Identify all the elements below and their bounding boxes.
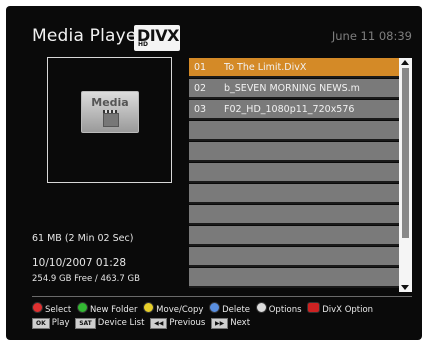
legend-delete[interactable]: Delete — [209, 302, 250, 315]
ok-key-icon: OK — [32, 318, 50, 329]
file-size-duration: 61 MB (2 Min 02 Sec) — [32, 233, 134, 244]
page-title: Media Player — [32, 26, 144, 46]
file-row-2[interactable]: 02 b_SEVEN MORNING NEWS.m — [189, 79, 399, 99]
legend-label: Next — [230, 318, 251, 328]
file-date: 10/10/2007 01:28 — [32, 257, 127, 269]
scroll-down-arrow-icon[interactable] — [401, 285, 409, 290]
legend-label: Select — [45, 305, 72, 315]
red-button-icon — [32, 302, 43, 313]
legend-new-folder[interactable]: New Folder — [76, 302, 138, 315]
legend-select[interactable]: Select — [32, 302, 71, 315]
file-row-empty[interactable] — [189, 247, 399, 267]
legend-label: New Folder — [89, 305, 138, 315]
white-button-icon — [255, 302, 267, 313]
file-name: b_SEVEN MORNING NEWS.m — [224, 83, 360, 94]
legend-label: Options — [268, 305, 302, 315]
clapperboard-icon — [103, 110, 119, 127]
divx-button-icon — [307, 302, 321, 313]
scrollbar[interactable] — [399, 58, 412, 292]
file-row-empty[interactable] — [189, 226, 399, 246]
file-row-empty[interactable] — [189, 121, 399, 141]
legend-move-copy[interactable]: Move/Copy — [143, 302, 203, 315]
file-row-empty[interactable] — [189, 142, 399, 162]
key-legend: OK Play SAT Device List ◀◀ Previous ▶▶ Next — [32, 318, 253, 329]
legend-label: Previous — [169, 318, 206, 328]
file-row-empty[interactable] — [189, 205, 399, 225]
legend-label: Device List — [97, 318, 145, 328]
file-row-1[interactable]: 01 To The Limit.DivX — [189, 58, 399, 78]
green-button-icon — [76, 302, 88, 313]
legend-label: Move/Copy — [156, 305, 204, 315]
legend-next[interactable]: ▶▶ Next — [210, 318, 251, 329]
file-number: 01 — [194, 62, 207, 73]
yellow-button-icon — [143, 302, 155, 313]
sat-key-icon: SAT — [75, 318, 96, 329]
legend-options[interactable]: Options — [255, 302, 302, 315]
file-row-empty[interactable] — [189, 163, 399, 183]
scroll-up-arrow-icon[interactable] — [401, 60, 409, 65]
file-number: 03 — [194, 104, 207, 115]
legend-play[interactable]: OK Play — [32, 318, 69, 329]
file-name: To The Limit.DivX — [224, 62, 307, 73]
file-row-3[interactable]: 03 F02_HD_1080p11_720x576 — [189, 100, 399, 120]
divider — [32, 296, 412, 297]
legend-divx-option[interactable]: DivX Option — [307, 302, 373, 315]
legend-label: Play — [51, 318, 70, 328]
media-file-icon: Media — [81, 91, 139, 133]
legend-device-list[interactable]: SAT Device List — [75, 318, 144, 329]
datetime: June 11 08:39 — [331, 29, 412, 43]
file-row-empty[interactable] — [189, 184, 399, 204]
rewind-key-icon: ◀◀ — [150, 318, 168, 329]
color-key-legend: Select New Folder Move/Copy Delete Optio… — [32, 302, 376, 315]
scrollbar-thumb[interactable] — [402, 68, 409, 238]
preview-pane: Media — [47, 57, 172, 183]
legend-previous[interactable]: ◀◀ Previous — [150, 318, 205, 329]
divx-logo-sub: HD — [138, 41, 149, 48]
media-player-screen: Media Player DIVX HD June 11 08:39 Media… — [6, 6, 422, 340]
file-number: 02 — [194, 83, 207, 94]
legend-label: DivX Option — [322, 305, 374, 315]
blue-button-icon — [209, 302, 221, 313]
file-row-empty[interactable] — [189, 268, 399, 288]
file-name: F02_HD_1080p11_720x576 — [224, 104, 355, 115]
legend-label: Delete — [222, 305, 251, 315]
media-icon-label: Media — [91, 96, 129, 109]
storage-free: 254.9 GB Free / 463.7 GB — [32, 274, 140, 284]
fast-forward-key-icon: ▶▶ — [210, 318, 229, 329]
divx-hd-logo: DIVX HD — [134, 25, 180, 51]
file-list: 01 To The Limit.DivX 02 b_SEVEN MORNING NE… — [189, 58, 399, 292]
